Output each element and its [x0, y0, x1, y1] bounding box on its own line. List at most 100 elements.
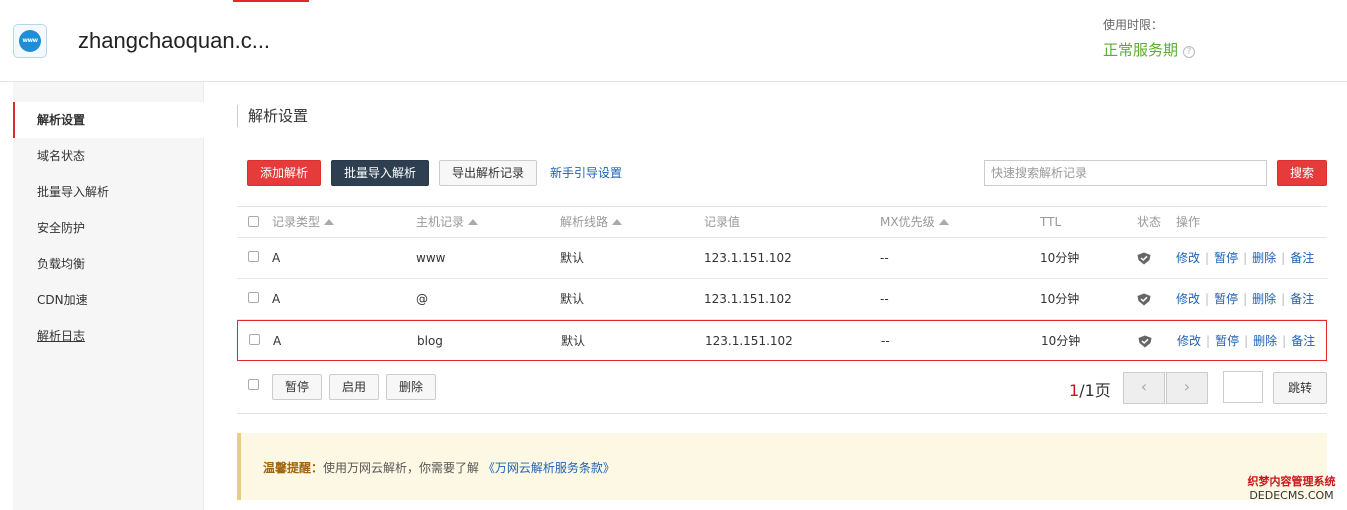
- sort-up-icon: [324, 219, 335, 225]
- help-icon[interactable]: ?: [1183, 46, 1196, 58]
- edit-link[interactable]: 修改: [1177, 334, 1201, 348]
- bulk-actions-bar: 暂停 启用 删除 1/1页 ‹ › 跳转: [237, 363, 1327, 414]
- sort-up-icon: [938, 219, 949, 225]
- cell-type: A: [272, 292, 281, 306]
- cell-line: 默认: [560, 292, 585, 306]
- cell-type: A: [272, 251, 281, 265]
- sidebar-item-dns-log[interactable]: 解析日志: [13, 318, 204, 354]
- row-checkbox[interactable]: [249, 334, 260, 345]
- cell-ttl: 10分钟: [1040, 251, 1080, 265]
- sidebar-item-label: 解析设置: [37, 113, 86, 127]
- row-actions: 修改 | 暂停 | 删除 | 备注: [1176, 251, 1315, 265]
- bulk-enable-button[interactable]: 启用: [329, 374, 379, 400]
- row-checkbox[interactable]: [248, 292, 259, 303]
- cell-value: 123.1.151.102: [704, 251, 792, 265]
- note-link[interactable]: 备注: [1290, 292, 1314, 306]
- sidebar-item-domain-status[interactable]: 域名状态: [13, 138, 204, 174]
- page-title: 解析设置: [237, 105, 308, 127]
- records-table: 记录类型 主机记录 解析线路 记录值 MX优先级 TTL 状态 操作 A www…: [237, 206, 1327, 361]
- pause-link[interactable]: 暂停: [1214, 251, 1238, 265]
- sidebar-item-label: 负载均衡: [37, 257, 86, 271]
- cell-mx: --: [880, 251, 889, 265]
- bulk-pause-button[interactable]: 暂停: [272, 374, 322, 400]
- delete-link[interactable]: 删除: [1252, 292, 1276, 306]
- sidebar: 解析设置 域名状态 批量导入解析 安全防护 负载均衡 CDN加速 解析日志: [13, 82, 204, 510]
- row-actions: 修改 | 暂停 | 删除 | 备注: [1176, 292, 1315, 306]
- edit-link[interactable]: 修改: [1176, 251, 1200, 265]
- delete-link[interactable]: 删除: [1253, 334, 1277, 348]
- sidebar-item-label: 安全防护: [37, 221, 86, 235]
- row-actions: 修改 | 暂停 | 删除 | 备注: [1177, 334, 1316, 348]
- sidebar-item-security[interactable]: 安全防护: [13, 210, 204, 246]
- shield-icon[interactable]: [1137, 252, 1151, 265]
- sort-up-icon: [612, 219, 623, 225]
- header-ops: 操作: [1176, 215, 1201, 229]
- cell-type: A: [273, 334, 282, 348]
- watermark-line1: 织梦内容管理系统: [1247, 475, 1336, 488]
- watermark-line2: DEDECMS.COM: [1249, 489, 1334, 502]
- watermark: 织梦内容管理系统 DEDECMS.COM: [1236, 475, 1347, 503]
- search-button[interactable]: 搜索: [1277, 160, 1327, 186]
- cell-value: 123.1.151.102: [705, 334, 793, 348]
- cell-host: @: [416, 292, 428, 306]
- pause-link[interactable]: 暂停: [1214, 292, 1238, 306]
- prev-page-icon[interactable]: ‹: [1123, 372, 1165, 404]
- row-checkbox[interactable]: [248, 251, 259, 262]
- header: www zhangchaoquan.c... 使用时限： 正常服务期?: [0, 0, 1347, 82]
- cell-line: 默认: [560, 251, 585, 265]
- header-status: 状态: [1137, 215, 1162, 229]
- sidebar-item-dns-settings[interactable]: 解析设置: [13, 102, 204, 138]
- service-status-text: 正常服务期: [1103, 41, 1179, 59]
- service-period-status: 正常服务期?: [1103, 39, 1196, 60]
- edit-link[interactable]: 修改: [1176, 292, 1200, 306]
- add-record-button[interactable]: 添加解析: [247, 160, 321, 186]
- header-type[interactable]: 记录类型: [272, 207, 335, 237]
- guide-settings-link[interactable]: 新手引导设置: [550, 164, 622, 181]
- sidebar-item-label: CDN加速: [37, 293, 88, 307]
- header-mx[interactable]: MX优先级: [880, 207, 949, 237]
- sidebar-item-load-balance[interactable]: 负载均衡: [13, 246, 204, 282]
- cell-mx: --: [881, 334, 890, 348]
- shield-icon[interactable]: [1138, 335, 1152, 348]
- total-pages: /1页: [1079, 381, 1111, 400]
- current-page: 1: [1069, 381, 1080, 400]
- table-row: A www 默认 123.1.151.102 -- 10分钟 修改 | 暂停 | 删除 |…: [237, 238, 1327, 279]
- bulk-select-checkbox[interactable]: [248, 379, 259, 390]
- pause-link[interactable]: 暂停: [1215, 334, 1239, 348]
- page-indicator: 1/1页: [1069, 377, 1111, 401]
- notice-text: 温馨提醒：使用万网云解析，你需要了解 《万网云解析服务条款》: [263, 459, 615, 476]
- header-value: 记录值: [704, 215, 741, 229]
- sidebar-item-bulk-import[interactable]: 批量导入解析: [13, 174, 204, 210]
- sidebar-item-label: 解析日志: [37, 329, 86, 343]
- header-ttl: TTL: [1040, 215, 1062, 229]
- select-all-checkbox[interactable]: [248, 216, 259, 227]
- notice-box: 温馨提醒：使用万网云解析，你需要了解 《万网云解析服务条款》: [237, 433, 1327, 500]
- next-page-icon[interactable]: ›: [1166, 372, 1208, 404]
- search-input[interactable]: [984, 160, 1267, 186]
- cell-value: 123.1.151.102: [704, 292, 792, 306]
- table-row-highlighted: A blog 默认 123.1.151.102 -- 10分钟 修改 | 暂停 | 删除…: [237, 320, 1327, 361]
- service-period-label: 使用时限：: [1103, 18, 1164, 32]
- cell-host: www: [416, 251, 446, 265]
- notice-strong: 温馨提醒：: [263, 461, 324, 475]
- note-link[interactable]: 备注: [1291, 334, 1315, 348]
- header-host[interactable]: 主机记录: [416, 207, 479, 237]
- cell-ttl: 10分钟: [1040, 292, 1080, 306]
- table-header: 记录类型 主机记录 解析线路 记录值 MX优先级 TTL 状态 操作: [237, 206, 1327, 238]
- delete-link[interactable]: 删除: [1252, 251, 1276, 265]
- note-link[interactable]: 备注: [1290, 251, 1314, 265]
- export-records-button[interactable]: 导出解析记录: [439, 160, 537, 186]
- domain-logo: www: [13, 24, 47, 58]
- sidebar-item-label: 批量导入解析: [37, 185, 110, 199]
- notice-body: 使用万网云解析，你需要了解: [323, 461, 480, 475]
- terms-link[interactable]: 《万网云解析服务条款》: [483, 461, 615, 475]
- header-line[interactable]: 解析线路: [560, 207, 623, 237]
- sort-up-icon: [468, 219, 479, 225]
- bulk-import-button[interactable]: 批量导入解析: [331, 160, 429, 186]
- shield-icon[interactable]: [1137, 293, 1151, 306]
- bulk-delete-button[interactable]: 删除: [386, 374, 436, 400]
- table-row: A @ 默认 123.1.151.102 -- 10分钟 修改 | 暂停 | 删除 | 备注: [237, 279, 1327, 320]
- sidebar-item-cdn[interactable]: CDN加速: [13, 282, 204, 318]
- jump-button[interactable]: 跳转: [1273, 372, 1327, 404]
- page-number-input[interactable]: [1223, 371, 1263, 403]
